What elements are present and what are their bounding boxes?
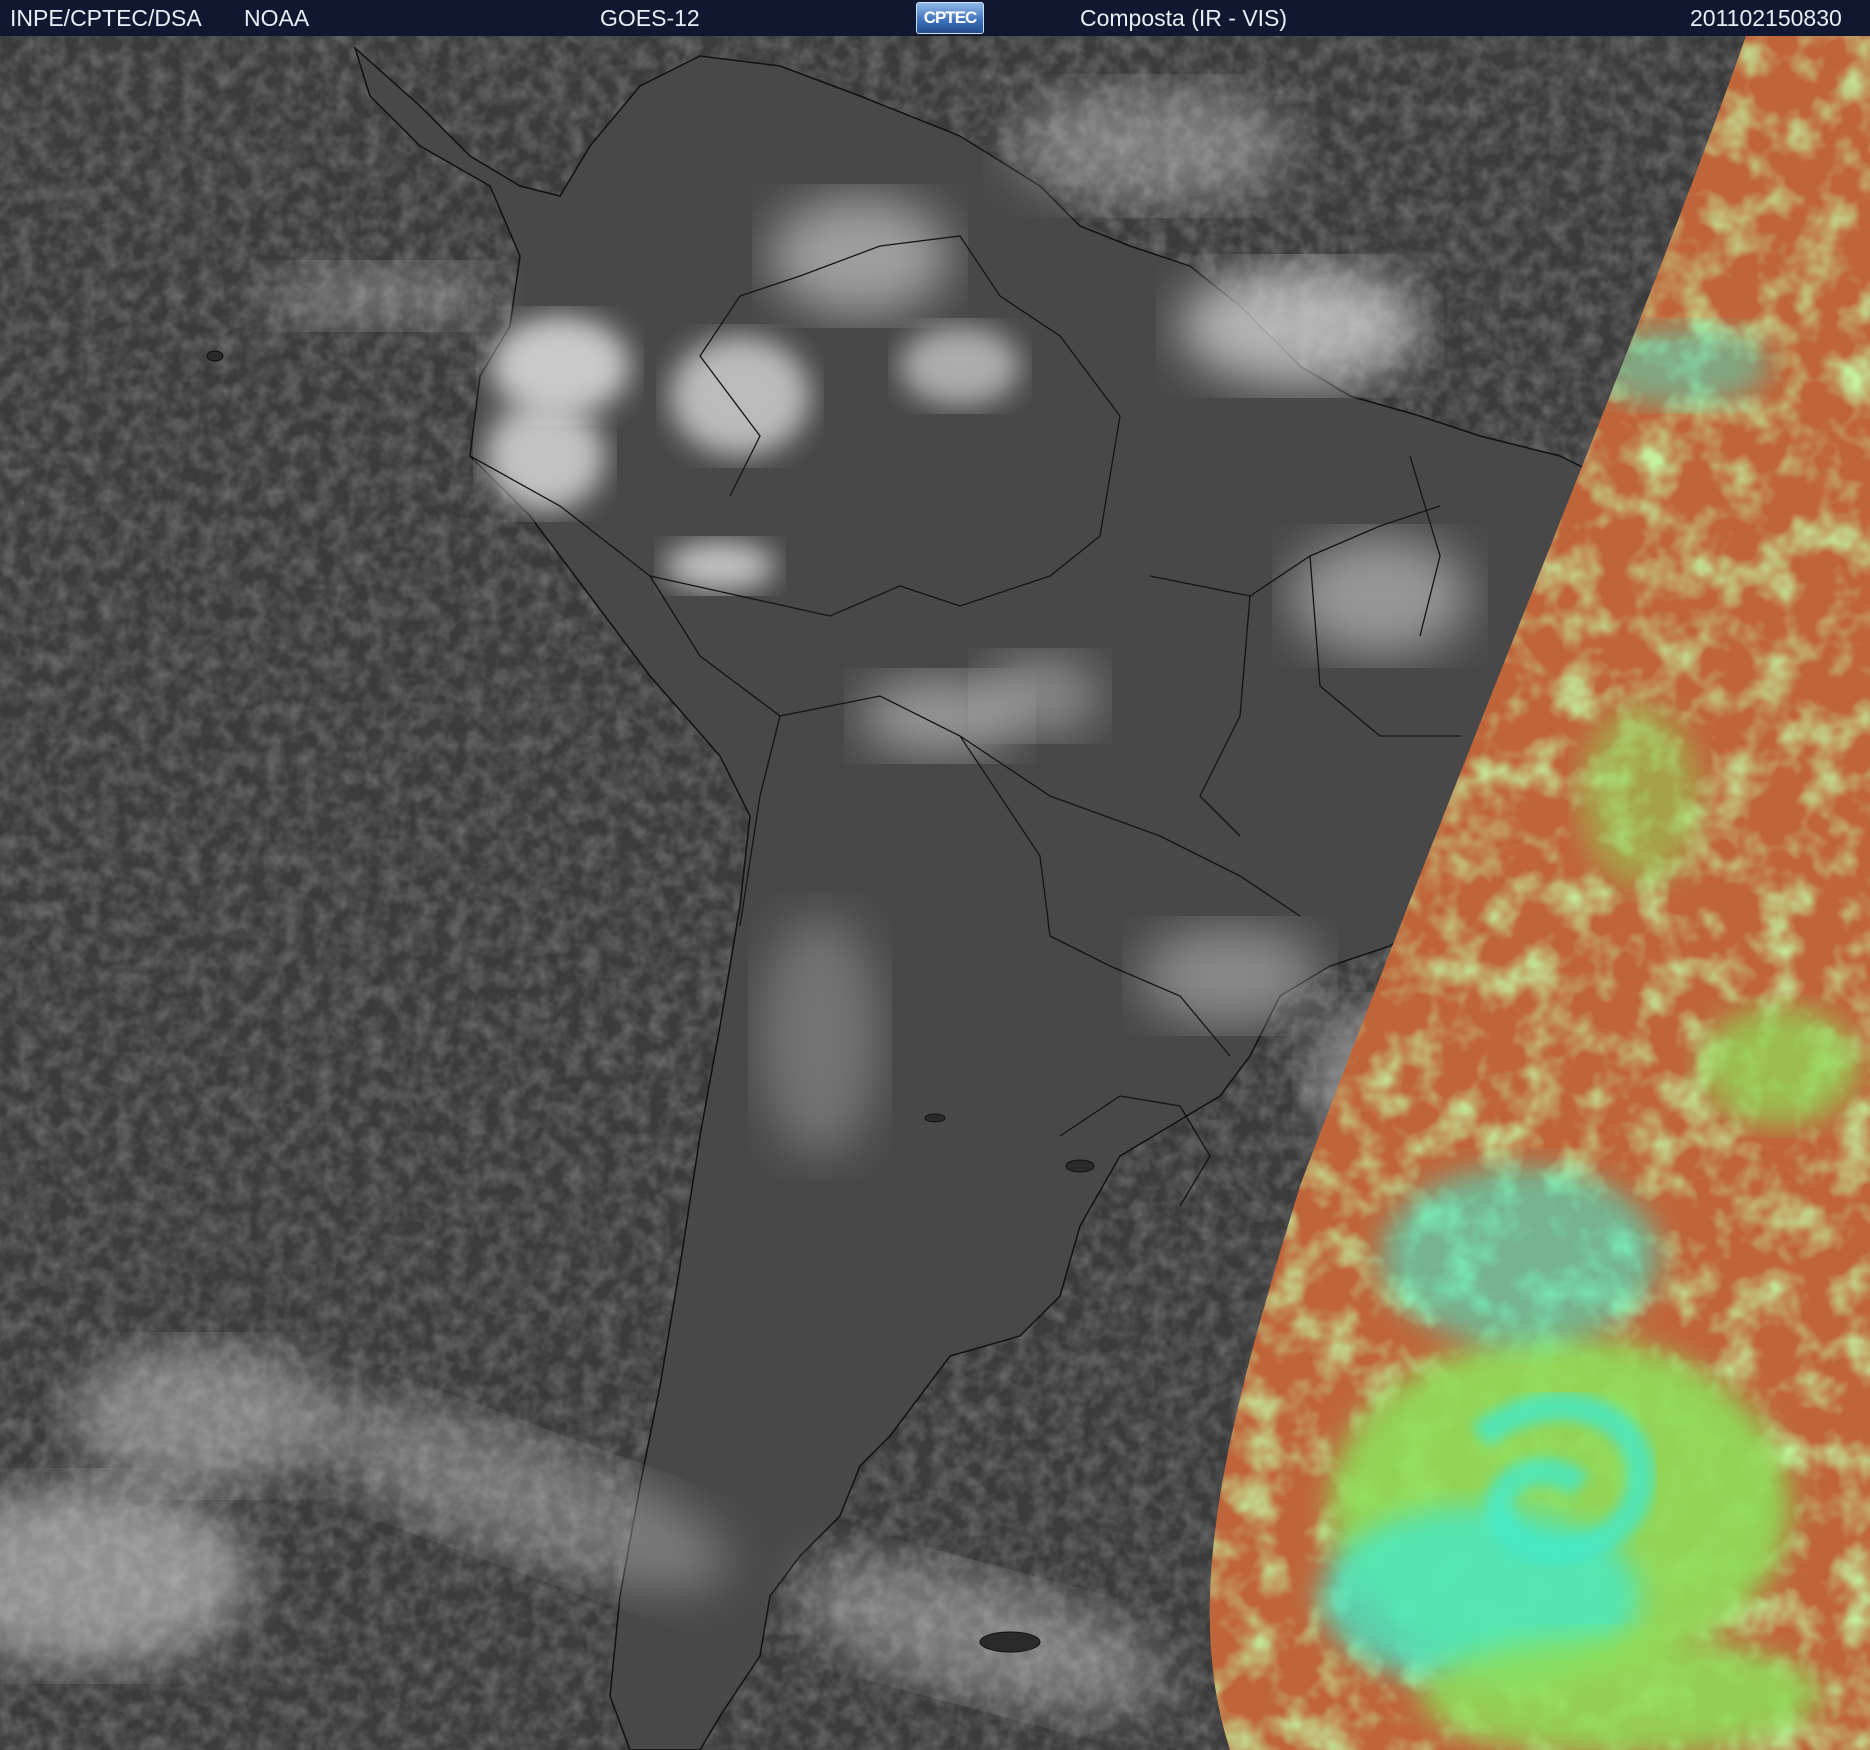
cptec-logo: CPTEC xyxy=(916,2,984,34)
source-label: NOAA xyxy=(244,5,310,31)
image-header-bar: INPE/CPTEC/DSA NOAA GOES-12 CPTEC Compos… xyxy=(0,0,1870,36)
satellite-composite-svg xyxy=(0,36,1870,1750)
satellite-image xyxy=(0,36,1870,1750)
agency-label: INPE/CPTEC/DSA xyxy=(10,5,202,31)
satellite-label: GOES-12 xyxy=(600,5,700,31)
product-label: Composta (IR - VIS) xyxy=(1080,5,1288,31)
timestamp-label: 201102150830 xyxy=(1690,5,1842,31)
